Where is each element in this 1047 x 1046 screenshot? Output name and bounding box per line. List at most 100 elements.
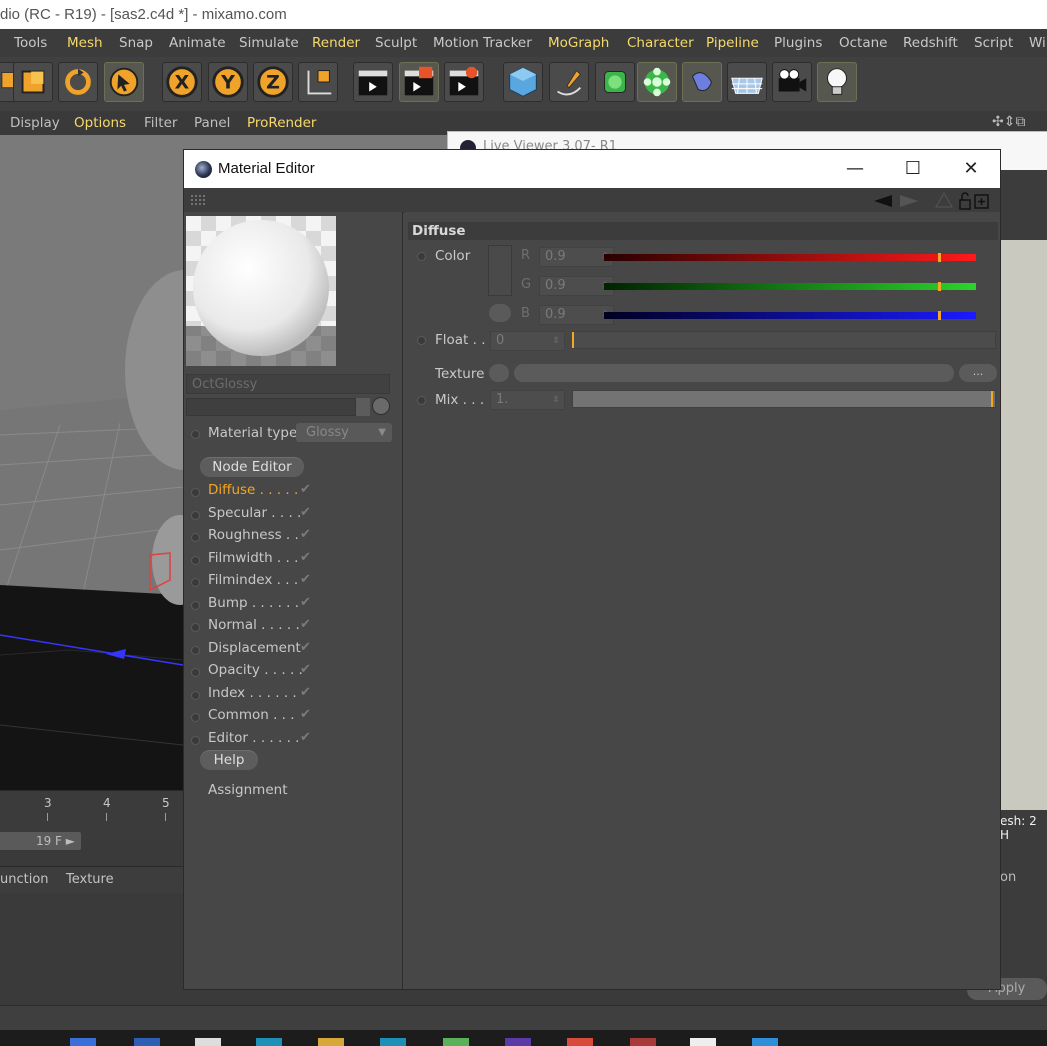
channel-checkbox-icon[interactable]: ✔ bbox=[300, 685, 311, 700]
taskbar-app-icon[interactable] bbox=[318, 1038, 344, 1046]
color-swatch[interactable] bbox=[488, 245, 512, 296]
menu-script[interactable]: Script bbox=[974, 29, 1013, 57]
texture-more-button[interactable]: ... bbox=[959, 364, 997, 382]
light-button[interactable] bbox=[817, 62, 857, 102]
channel-item[interactable]: Common . . . bbox=[208, 707, 295, 723]
mix-slider-handle[interactable] bbox=[991, 391, 993, 407]
channel-checkbox-icon[interactable]: ✔ bbox=[300, 617, 311, 632]
channel-radio-icon[interactable] bbox=[191, 488, 200, 497]
material-name-field[interactable]: OctGlossy bbox=[186, 374, 390, 394]
b-value-field[interactable]: 0.9⇳ bbox=[539, 305, 614, 325]
channel-checkbox-icon[interactable]: ✔ bbox=[300, 640, 311, 655]
render-view-button[interactable] bbox=[353, 62, 393, 102]
taskbar-app-icon[interactable] bbox=[380, 1038, 406, 1046]
channel-item[interactable]: Bump . . . . . . bbox=[208, 595, 299, 611]
float-slider-handle[interactable] bbox=[572, 332, 574, 348]
taskbar-app-icon[interactable] bbox=[134, 1038, 160, 1046]
mix-slider[interactable] bbox=[572, 390, 996, 408]
taskbar-app-icon[interactable] bbox=[70, 1038, 96, 1046]
viewport-menu-panel[interactable]: Panel bbox=[194, 111, 230, 135]
r-value-field[interactable]: 0.9⇳ bbox=[539, 247, 614, 267]
channel-checkbox-icon[interactable]: ✔ bbox=[300, 595, 311, 610]
viewport-menu-prorender[interactable]: ProRender bbox=[247, 111, 316, 135]
g-slider[interactable] bbox=[604, 283, 976, 290]
taskbar-app-icon[interactable] bbox=[195, 1038, 221, 1046]
mix-radio-icon[interactable] bbox=[417, 396, 426, 405]
channel-radio-icon[interactable] bbox=[191, 578, 200, 587]
material-editor-title-bar[interactable]: Material Editor — ☐ ✕ bbox=[184, 150, 1000, 188]
channel-checkbox-icon[interactable]: ✔ bbox=[300, 707, 311, 722]
material-link-field[interactable] bbox=[186, 398, 356, 416]
menu-sculpt[interactable]: Sculpt bbox=[375, 29, 417, 57]
current-frame-field[interactable]: 19 F ► bbox=[0, 832, 81, 850]
mix-value-field[interactable]: 1. ⇳ bbox=[490, 390, 565, 410]
viewport-menu-options[interactable]: Options bbox=[74, 111, 126, 135]
nav-history-icons[interactable] bbox=[874, 192, 994, 210]
menu-motion-tracker[interactable]: Motion Tracker bbox=[433, 29, 532, 57]
channel-item[interactable]: Displacement bbox=[208, 640, 301, 656]
menu-tools[interactable]: Tools bbox=[14, 29, 47, 57]
channel-checkbox-icon[interactable]: ✔ bbox=[300, 572, 311, 587]
channel-checkbox-icon[interactable]: ✔ bbox=[300, 527, 311, 542]
link-field-handle[interactable] bbox=[356, 398, 370, 416]
channel-checkbox-icon[interactable]: ✔ bbox=[300, 550, 311, 565]
menu-redshift[interactable]: Redshift bbox=[903, 29, 958, 57]
taskbar-app-icon[interactable] bbox=[630, 1038, 656, 1046]
menu-plugins[interactable]: Plugins bbox=[774, 29, 822, 57]
r-slider-handle[interactable] bbox=[937, 253, 941, 262]
pen-spline-button[interactable] bbox=[549, 62, 589, 102]
b-slider-handle[interactable] bbox=[937, 311, 941, 320]
texture-slot[interactable] bbox=[514, 364, 954, 382]
subdivision-surface-button[interactable] bbox=[595, 62, 635, 102]
close-button[interactable]: ✕ bbox=[942, 150, 1000, 188]
channel-checkbox-icon[interactable]: ✔ bbox=[300, 505, 311, 520]
float-slider[interactable] bbox=[572, 331, 996, 349]
camera-button[interactable] bbox=[772, 62, 812, 102]
render-picture-viewer-button[interactable] bbox=[399, 62, 439, 102]
float-radio-icon[interactable] bbox=[417, 336, 426, 345]
texture-menu[interactable]: Texture bbox=[66, 867, 114, 893]
channel-radio-icon[interactable] bbox=[191, 668, 200, 677]
channel-item[interactable]: Opacity . . . . . bbox=[208, 662, 303, 678]
g-value-field[interactable]: 0.9⇳ bbox=[539, 276, 614, 296]
deformer-button[interactable] bbox=[682, 62, 722, 102]
channel-radio-icon[interactable] bbox=[191, 646, 200, 655]
cloner-button[interactable] bbox=[637, 62, 677, 102]
texture-toggle-button[interactable] bbox=[489, 364, 509, 382]
taskbar-app-icon[interactable] bbox=[690, 1038, 716, 1046]
material-preview[interactable] bbox=[186, 216, 336, 366]
menu-render[interactable]: Render bbox=[312, 29, 360, 57]
cube-object-button[interactable] bbox=[503, 62, 543, 102]
color-picker-button[interactable] bbox=[489, 304, 511, 322]
channel-item[interactable]: Filmwidth . . . bbox=[208, 550, 298, 566]
menu-pipeline[interactable]: Pipeline bbox=[706, 29, 759, 57]
taskbar-app-icon[interactable] bbox=[505, 1038, 531, 1046]
pick-icon[interactable] bbox=[372, 397, 390, 415]
menu-mesh[interactable]: Mesh bbox=[67, 29, 103, 57]
taskbar-app-icon[interactable] bbox=[443, 1038, 469, 1046]
taskbar-app-icon[interactable] bbox=[567, 1038, 593, 1046]
color-radio-icon[interactable] bbox=[417, 252, 426, 261]
viewport-menu-filter[interactable]: Filter bbox=[144, 111, 177, 135]
node-editor-button[interactable]: Node Editor bbox=[200, 457, 304, 477]
channel-radio-icon[interactable] bbox=[191, 736, 200, 745]
menu-character[interactable]: Character bbox=[627, 29, 694, 57]
channel-radio-icon[interactable] bbox=[191, 601, 200, 610]
minimize-button[interactable]: — bbox=[826, 150, 884, 188]
radio-icon[interactable] bbox=[191, 430, 200, 439]
menu-octane[interactable]: Octane bbox=[839, 29, 887, 57]
viewport-nav-icon[interactable]: ✣⇕⧉ bbox=[992, 114, 1025, 130]
channel-item[interactable]: Filmindex . . . bbox=[208, 572, 298, 588]
channel-radio-icon[interactable] bbox=[191, 623, 200, 632]
channel-radio-icon[interactable] bbox=[191, 556, 200, 565]
channel-radio-icon[interactable] bbox=[191, 533, 200, 542]
maximize-button[interactable]: ☐ bbox=[884, 150, 942, 188]
viewport-menu-display[interactable]: Display bbox=[10, 111, 60, 135]
channel-item[interactable]: Index . . . . . . bbox=[208, 685, 297, 701]
channel-radio-icon[interactable] bbox=[191, 511, 200, 520]
stepper-icon[interactable]: ⇳ bbox=[552, 391, 560, 409]
channel-radio-icon[interactable] bbox=[191, 713, 200, 722]
channel-item[interactable]: Roughness . . bbox=[208, 527, 299, 543]
x-axis-button[interactable]: X bbox=[162, 62, 202, 102]
live-selection-button[interactable] bbox=[104, 62, 144, 102]
